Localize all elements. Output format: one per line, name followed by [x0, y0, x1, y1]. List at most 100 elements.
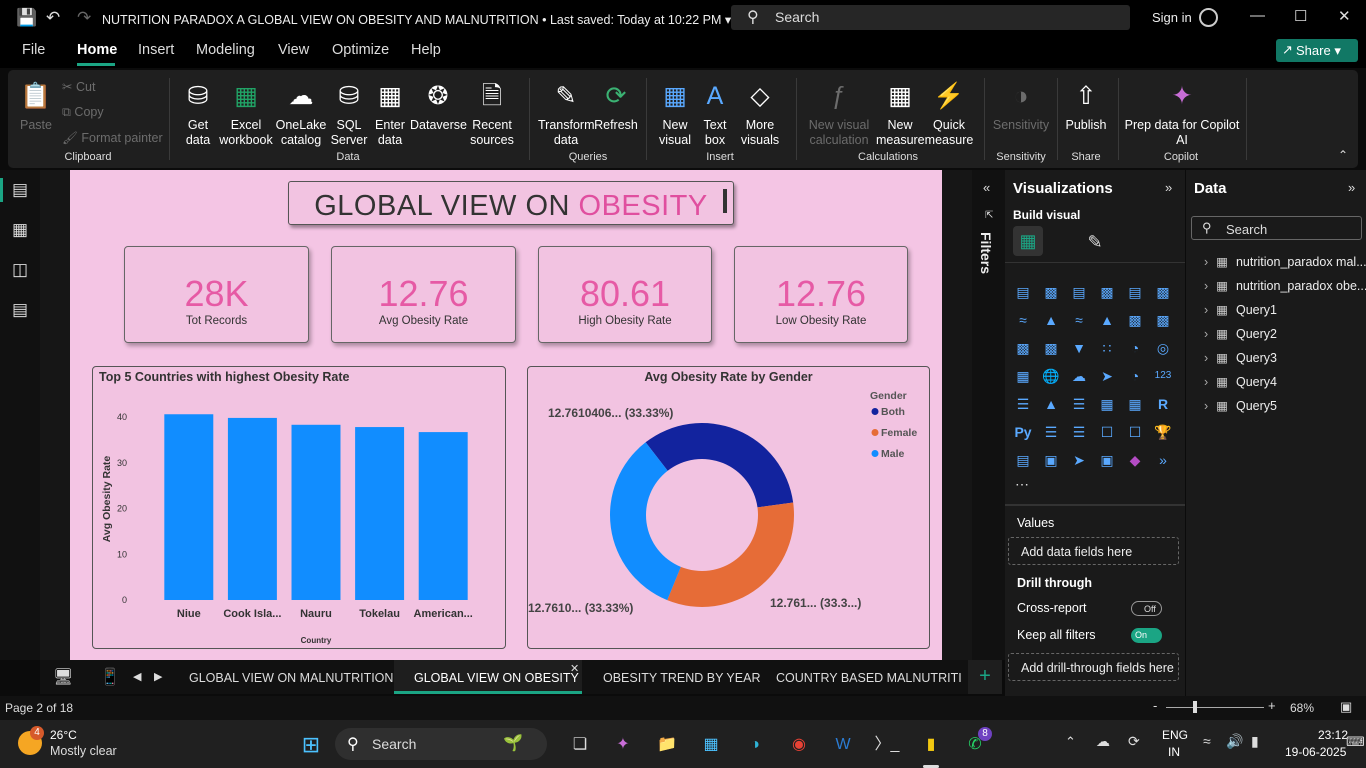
slicer-icon[interactable]: ☰ [1069, 394, 1089, 414]
enter-data-button[interactable]: ▦ Enter data [370, 76, 410, 148]
menu-modeling[interactable]: Modeling [196, 42, 255, 58]
transform-data-button[interactable]: ✎ Transform data [538, 76, 595, 148]
cross-report-toggle[interactable]: Off [1131, 601, 1162, 616]
clock-time[interactable]: 23:12 [1318, 728, 1348, 742]
zoom-level[interactable]: 68% [1290, 701, 1314, 715]
more-options-icon[interactable]: ⋯ [1015, 476, 1029, 493]
cut-button[interactable]: ✂ Cut [62, 79, 95, 94]
data-table-item[interactable]: › ▦ Query1 [1204, 302, 1277, 317]
line-column-icon[interactable]: ▩ [1125, 310, 1145, 330]
expand-icon[interactable]: » [1348, 180, 1355, 195]
redo-icon[interactable]: ↷ [77, 8, 91, 28]
python-visual-icon[interactable]: Py [1013, 422, 1033, 442]
menu-file[interactable]: File [22, 42, 45, 58]
microsoft-store-icon[interactable]: ▦ [698, 732, 724, 758]
table-icon[interactable]: ▦ [1097, 394, 1117, 414]
line-chart-icon[interactable]: ≈ [1013, 310, 1033, 330]
desktop-layout-icon[interactable]: 🖥 [53, 667, 73, 687]
filters-pane[interactable]: « ⇱ Filters [972, 170, 1005, 660]
task-view-icon[interactable]: ❏ [567, 732, 593, 758]
zoom-out-icon[interactable]: - [1153, 698, 1157, 713]
r-visual-icon[interactable]: R [1153, 394, 1173, 414]
legend-entry[interactable]: Female [881, 427, 917, 439]
stacked-column-icon[interactable]: ▩ [1041, 282, 1061, 302]
kpi-card[interactable]: 80.61 High Obesity Rate [538, 246, 712, 343]
menu-insert[interactable]: Insert [138, 42, 174, 58]
onedrive-icon[interactable]: ☁ [1096, 733, 1110, 750]
treemap-icon[interactable]: ▦ [1013, 366, 1033, 386]
paginated-report-icon[interactable]: ▤ [1013, 450, 1033, 470]
menu-view[interactable]: View [278, 42, 309, 58]
data-table-item[interactable]: › ▦ Query5 [1204, 398, 1277, 413]
legend-entry[interactable]: Both [881, 406, 905, 418]
data-table-item[interactable]: › ▦ Query2 [1204, 326, 1277, 341]
bar[interactable] [227, 417, 277, 600]
bar-chart-visual[interactable]: Top 5 Countries with highest Obesity Rat… [92, 366, 506, 649]
model-view-icon[interactable]: ◫ [10, 260, 30, 280]
new-measure-button[interactable]: ▦ New measure [876, 76, 925, 148]
copy-button[interactable]: ⧉ Copy [62, 105, 104, 120]
tab-country-based-malnutrition[interactable]: COUNTRY BASED MALNUTRITION L [776, 671, 962, 685]
drill-through-field-well[interactable]: Add drill-through fields here [1008, 653, 1179, 681]
metrics-icon[interactable]: ▣ [1097, 450, 1117, 470]
excel-workbook-button[interactable]: ▦ Excel workbook [218, 76, 274, 148]
next-page-icon[interactable]: ▶ [154, 670, 162, 683]
build-visual-icon[interactable]: ▦ [1013, 226, 1043, 256]
terminal-icon[interactable]: 〉_ [874, 732, 900, 758]
decomposition-tree-icon[interactable]: ☰ [1069, 422, 1089, 442]
copilot-icon[interactable]: ✦ [610, 732, 636, 758]
100-bar-icon[interactable]: ▤ [1125, 282, 1145, 302]
donut-slice[interactable] [645, 423, 794, 508]
zoom-in-icon[interactable]: + [1268, 698, 1276, 713]
values-field-well[interactable]: Add data fields here [1008, 537, 1179, 565]
format-visual-icon[interactable]: ✎ [1081, 228, 1109, 256]
area-chart-icon[interactable]: ▲ [1041, 310, 1061, 330]
chrome-icon[interactable]: ◉ [786, 732, 812, 758]
edge-icon[interactable]: ◑ [742, 732, 768, 758]
100-column-icon[interactable]: ▩ [1153, 282, 1173, 302]
power-automate-icon[interactable]: ➤ [1069, 450, 1089, 470]
bar[interactable] [164, 414, 214, 600]
paste-button[interactable]: 📋 Paste [16, 76, 56, 133]
clustered-column-icon[interactable]: ▩ [1097, 282, 1117, 302]
donut-chart-visual[interactable]: Avg Obesity Rate by Gender 12.7610406...… [527, 366, 930, 649]
windows-start-icon[interactable]: ⊞ [298, 732, 324, 758]
data-table-item[interactable]: › ▦ nutrition_paradox obe... [1204, 278, 1366, 293]
volume-icon[interactable]: 🔊 [1226, 733, 1243, 750]
donut-icon[interactable]: ◎ [1153, 338, 1173, 358]
data-table-item[interactable]: › ▦ Query4 [1204, 374, 1277, 389]
funnel-icon[interactable]: ▼ [1069, 338, 1089, 358]
zoom-slider-thumb[interactable] [1193, 701, 1197, 713]
sensitivity-button[interactable]: ◑ Sensitivity [990, 76, 1052, 133]
prev-page-icon[interactable]: ◀ [133, 670, 141, 683]
filled-map-icon[interactable]: ☁ [1069, 366, 1089, 386]
document-title[interactable]: NUTRITION PARADOX A GLOBAL VIEW ON OBESI… [102, 12, 731, 27]
kpi-card[interactable]: 28K Tot Records [124, 246, 309, 343]
menu-home[interactable]: Home [77, 42, 117, 58]
expand-icon[interactable]: » [1165, 180, 1172, 195]
key-influencers-icon[interactable]: ☰ [1041, 422, 1061, 442]
add-page-icon[interactable]: + [968, 660, 1002, 694]
publish-button[interactable]: ⇧ Publish [1062, 76, 1110, 133]
tab-global-view-obesity[interactable]: GLOBAL VIEW ON OBESITY [414, 671, 579, 685]
undo-icon[interactable]: ↶ [46, 8, 60, 28]
chevrons-icon[interactable]: » [1153, 450, 1173, 470]
legend-entry[interactable]: Male [881, 448, 905, 460]
kpi-card[interactable]: 12.76 Avg Obesity Rate [331, 246, 516, 343]
kpi-card[interactable]: 12.76 Low Obesity Rate [734, 246, 908, 343]
gauge-icon[interactable]: ◔ [1125, 366, 1145, 386]
new-visual-calculation-button[interactable]: ƒ New visual calculation [804, 76, 874, 148]
goals-icon[interactable]: 🏆 [1153, 422, 1173, 442]
language-code[interactable]: ENG [1162, 728, 1188, 742]
close-tab-icon[interactable]: ✕ [570, 662, 579, 675]
dataverse-button[interactable]: ❂ Dataverse [410, 76, 467, 133]
power-apps-icon[interactable]: ▣ [1041, 450, 1061, 470]
donut-slice[interactable] [667, 502, 794, 607]
more-visuals-button[interactable]: ◇ More visuals [734, 76, 786, 148]
battery-icon[interactable]: ▮ [1251, 733, 1259, 750]
stacked-area-icon[interactable]: ≈ [1069, 310, 1089, 330]
language-region[interactable]: IN [1168, 745, 1180, 759]
kpi-icon[interactable]: ▲ [1041, 394, 1061, 414]
format-painter-button[interactable]: 🖌 Format painter [62, 131, 163, 146]
clock-date[interactable]: 19-06-2025 [1285, 745, 1346, 759]
